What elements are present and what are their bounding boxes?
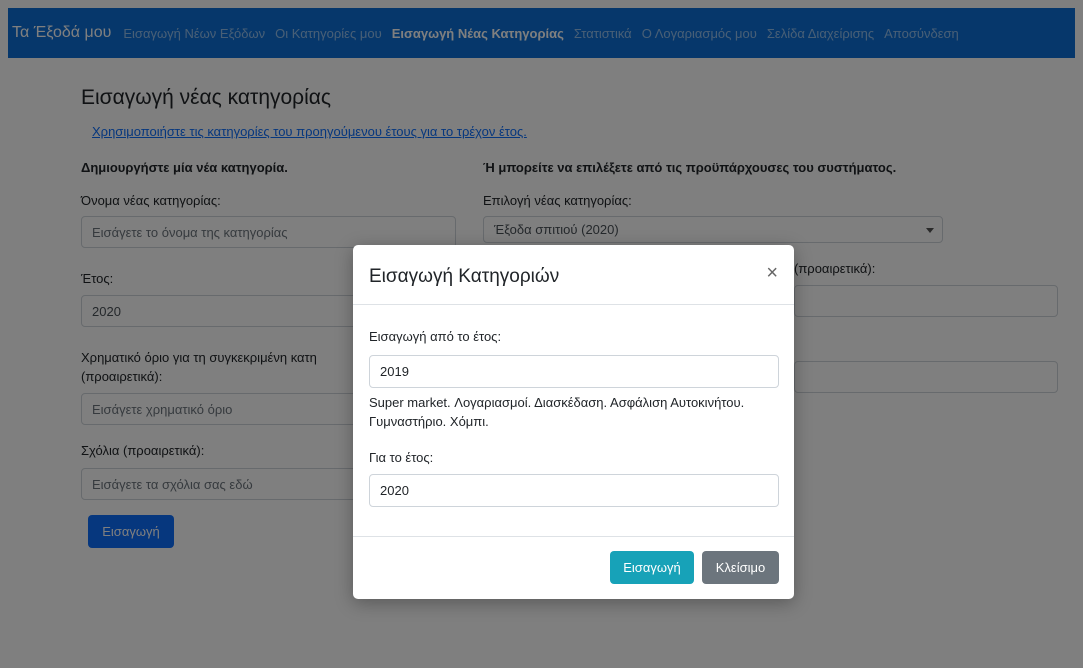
modal-insert-button[interactable]: Εισαγωγή bbox=[610, 551, 694, 584]
modal-header: Εισαγωγή Κατηγοριών × bbox=[353, 245, 794, 305]
from-year-label: Εισαγωγή από το έτος: bbox=[369, 329, 502, 344]
to-year-label: Για το έτος: bbox=[369, 450, 434, 465]
modal-body: Εισαγωγή από το έτος: 2019 Super market.… bbox=[353, 305, 794, 536]
modal-close-button[interactable]: Κλείσιμο bbox=[702, 551, 779, 584]
from-year-input[interactable]: 2019 bbox=[369, 355, 779, 388]
import-categories-modal: Εισαγωγή Κατηγοριών × Εισαγωγή από το έτ… bbox=[353, 245, 794, 599]
close-icon[interactable]: × bbox=[766, 262, 778, 285]
to-year-input[interactable]: 2020 bbox=[369, 474, 779, 507]
modal-footer: Εισαγωγή Κλείσιμο bbox=[353, 536, 794, 599]
categories-list-text: Super market. Λογαριασμοί. Διασκέδαση. Α… bbox=[369, 395, 745, 429]
modal-title: Εισαγωγή Κατηγοριών bbox=[369, 266, 560, 287]
